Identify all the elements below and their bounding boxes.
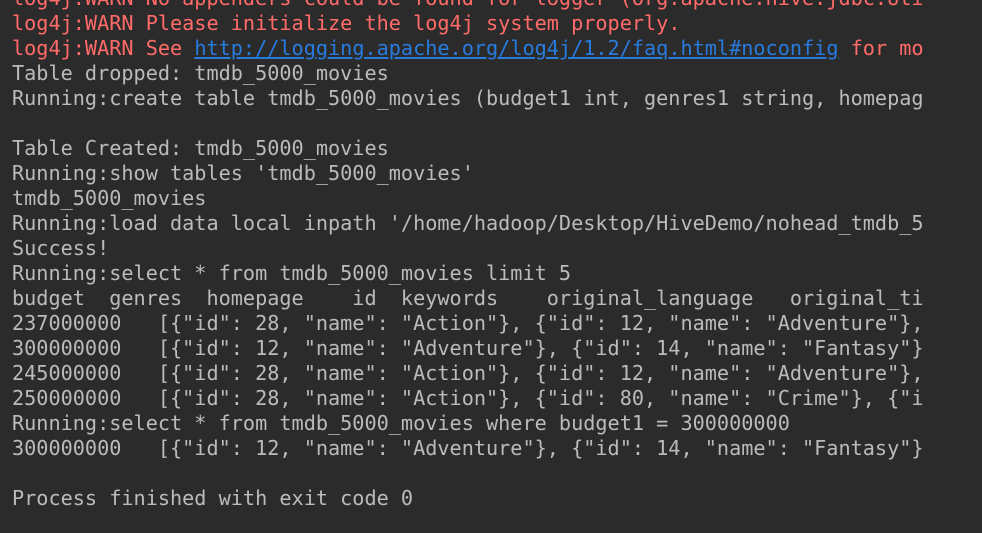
console-line: Success!	[12, 236, 110, 260]
result-row: 300000000 [{"id": 12, "name": "Adventure…	[12, 436, 924, 460]
console-warn-line: log4j:WARN Please initialize the log4j s…	[12, 11, 681, 35]
console-warn-line: log4j:WARN See http://logging.apache.org…	[12, 36, 982, 61]
result-row: 250000000 [{"id": 28, "name": "Action"},…	[12, 386, 924, 410]
console-line: Running:create table tmdb_5000_movies (b…	[12, 86, 924, 110]
console-line: Running:show tables 'tmdb_5000_movies'	[12, 161, 474, 185]
console-line: Table dropped: tmdb_5000_movies	[12, 61, 389, 85]
result-header-row: budget genres homepage id keywords origi…	[12, 286, 924, 310]
log4j-faq-link[interactable]: http://logging.apache.org/log4j/1.2/faq.…	[194, 36, 838, 60]
result-row: 300000000 [{"id": 12, "name": "Adventure…	[12, 336, 924, 360]
warn-suffix: for mo	[838, 36, 924, 60]
result-row: 237000000 [{"id": 28, "name": "Action"},…	[12, 311, 924, 335]
console-warn-line: log4j:WARN No appenders could be found f…	[12, 0, 982, 11]
console-line: Running:select * from tmdb_5000_movies w…	[12, 411, 790, 435]
console-output[interactable]: log4j:WARN No appenders could be found f…	[0, 0, 982, 533]
process-exit-line: Process finished with exit code 0	[12, 486, 414, 510]
console-line: Table Created: tmdb_5000_movies	[12, 136, 389, 160]
warn-prefix: log4j:WARN See	[12, 36, 195, 60]
result-row: 245000000 [{"id": 28, "name": "Action"},…	[12, 361, 924, 385]
console-line: tmdb_5000_movies	[12, 186, 207, 210]
console-line: Running:load data local inpath '/home/ha…	[12, 211, 924, 235]
console-line: Running:select * from tmdb_5000_movies l…	[12, 261, 572, 285]
